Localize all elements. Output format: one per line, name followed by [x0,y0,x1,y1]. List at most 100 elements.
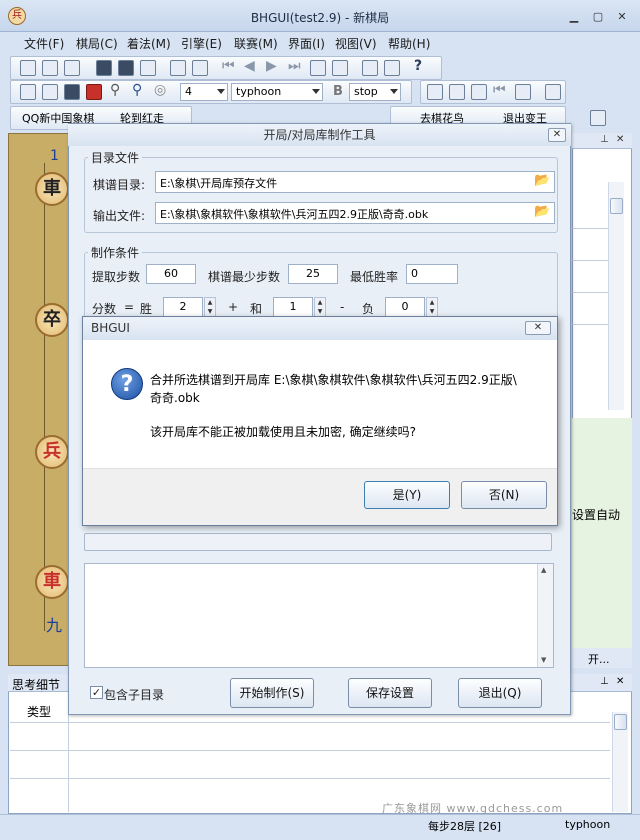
window-title: BHGUI(test2.9) - 新棋局 [250,11,390,25]
dialog-close-icon[interactable]: ✕ [548,128,566,142]
engine-load-icon[interactable] [20,84,36,100]
tab-open[interactable]: 开... [588,651,610,667]
confirm-message-line1: 合并所选棋谱到开局库 E:\象棋\象棋软件\象棋软件\兵河五四2.9正版\ [150,373,517,387]
menu-league[interactable]: 联赛(M) [234,35,278,52]
score-label: 分数 [92,302,117,316]
engine-config-icon[interactable] [42,84,58,100]
log-area [84,563,554,668]
prev-move-icon[interactable]: ◀ [244,58,255,74]
conditions-group-label: 制作条件 [88,244,143,261]
win-input[interactable]: 2 [163,297,203,317]
move-list-scrollbar[interactable] [608,182,624,410]
copy-icon[interactable] [170,60,186,76]
bottom-pin-icon[interactable]: ⊥ [600,676,609,687]
engine-combo[interactable]: typhoon [231,83,323,101]
piece-black-soldier[interactable]: 卒 [35,303,69,337]
dir-group-label: 目录文件 [88,149,143,166]
layout-icon[interactable] [545,84,561,100]
confirm-message-line3: 该开局库不能正被加载使用且未加密, 确定继续吗? [150,425,416,439]
list-icon[interactable] [427,84,443,100]
menu-engine[interactable]: 引擎(E) [181,35,222,52]
score-minus: - [340,300,345,314]
browse-dir-icon[interactable]: 📂 [534,173,550,188]
file-label-bottom: 九 [46,616,63,635]
bold-toggle[interactable]: B [333,84,343,99]
back-icon[interactable]: ⏮ [493,82,506,98]
refresh-icon[interactable] [310,60,326,76]
menu-help[interactable]: 帮助(H) [388,35,430,52]
menu-moves[interactable]: 着法(M) [127,35,171,52]
save-icon[interactable] [64,60,80,76]
subdir-checkbox[interactable]: ✓ [90,686,103,699]
settings-icon[interactable] [140,60,156,76]
piece-black-chariot[interactable]: 車 [35,172,69,206]
status-moves: 每步28层 [26] [428,820,502,833]
new-icon[interactable] [20,60,36,76]
select-icon[interactable] [192,60,208,76]
exit-button[interactable]: 退出(Q) [458,678,542,708]
thinking-details-title: 思考细节 [12,678,61,692]
search-icon[interactable]: ⚲ [132,82,142,98]
menu-game[interactable]: 棋局(C) [76,35,118,52]
engine-output-area [572,418,632,648]
panel-close-icon[interactable]: ✕ [616,134,624,145]
browse-output-icon[interactable]: 📂 [534,204,550,219]
piece-red-soldier[interactable]: 兵 [35,435,69,469]
confirm-close-icon[interactable]: ✕ [525,321,551,335]
save-settings-button[interactable]: 保存设置 [348,678,432,708]
no-button[interactable]: 否(N) [461,481,547,509]
open-icon[interactable] [42,60,58,76]
grid-icon[interactable] [449,84,465,100]
help-icon[interactable]: ? [414,58,422,74]
draw-input[interactable]: 1 [273,297,313,317]
monitor-icon[interactable] [64,84,80,100]
link-icon[interactable] [515,84,531,100]
min-steps-input[interactable]: 25 [288,264,338,284]
yes-button[interactable]: 是(Y) [364,481,450,509]
board-icon[interactable] [96,60,112,76]
menu-interface[interactable]: 界面(I) [288,35,325,52]
red-engine-icon[interactable] [86,84,102,100]
stop-circle-icon[interactable]: ◎ [154,82,166,98]
log-scrollbar[interactable]: ▲ ▼ [537,564,553,667]
loss-input[interactable]: 0 [385,297,425,317]
add-board-icon[interactable] [471,84,487,100]
menu-view[interactable]: 视图(V) [335,35,377,52]
dialog-title: 开局/对局库制作工具 [68,124,571,146]
menu-file[interactable]: 文件(F) [24,35,64,52]
winrate-input[interactable]: 0 [406,264,458,284]
loss-stepper[interactable]: ▲ ▼ [426,297,438,317]
last-move-icon[interactable]: ⏭ [288,58,301,74]
bottom-close-icon[interactable]: ✕ [616,676,624,687]
hint-icon[interactable]: ⚲ [110,82,120,98]
first-move-icon[interactable]: ⏮ [222,58,235,74]
close-icon[interactable]: ✕ [614,10,630,23]
image-icon[interactable] [118,60,134,76]
column-type: 类型 [27,705,52,719]
piece-red-chariot[interactable]: 車 [35,565,69,599]
steps-label: 提取步数 [92,270,141,284]
start-button[interactable]: 开始制作(S) [230,678,314,708]
stop-combo[interactable]: stop [349,83,401,101]
window-icon[interactable] [384,60,400,76]
question-icon: ? [111,368,143,400]
details-scrollbar[interactable] [612,712,628,812]
print-icon[interactable] [362,60,378,76]
draw-stepper[interactable]: ▲ ▼ [314,297,326,317]
steps-input[interactable]: 60 [146,264,196,284]
draw-label: 和 [250,302,263,316]
depth-combo[interactable]: 4 [180,83,228,101]
panel-icon[interactable] [590,110,606,126]
output-input[interactable]: E:\象棋\象棋软件\象棋软件\兵河五四2.9正版\奇奇.obk [155,202,555,224]
confirm-message-line2: 奇奇.obk [150,391,200,405]
next-move-icon[interactable]: ▶ [266,58,277,74]
win-stepper[interactable]: ▲ ▼ [204,297,216,317]
maximize-icon[interactable]: ▢ [590,10,606,23]
minimize-icon[interactable]: ▁ [566,10,582,23]
file-label-top: 1 [50,148,59,164]
flip-icon[interactable] [332,60,348,76]
dir-input[interactable]: E:\象棋\开局库预存文件 [155,171,555,193]
board-file-line [44,163,45,631]
pin-icon[interactable]: ⊥ [600,134,609,145]
win-label: 胜 [140,302,153,316]
